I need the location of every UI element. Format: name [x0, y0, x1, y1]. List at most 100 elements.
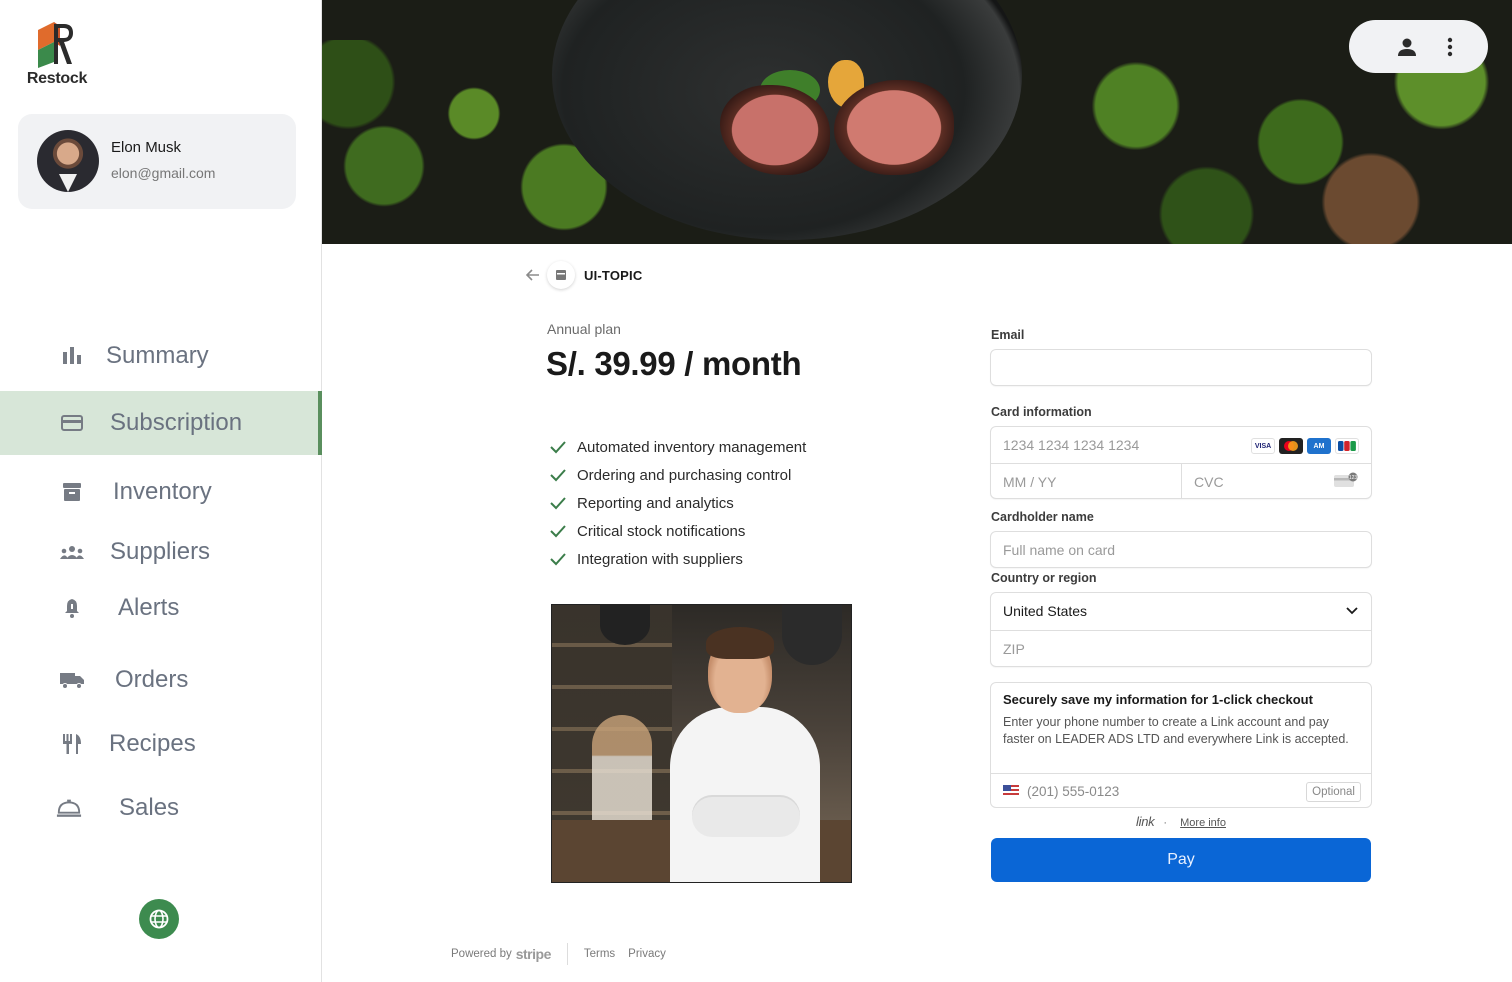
more-vertical-icon — [1447, 37, 1453, 57]
stripe-footer: Powered by stripe Terms Privacy — [451, 943, 679, 965]
email-box — [990, 349, 1372, 386]
expiry-input[interactable] — [991, 464, 1181, 499]
sidebar-item-subscription[interactable]: Subscription — [0, 391, 322, 455]
amex-icon: AM — [1307, 438, 1331, 454]
account-button[interactable] — [1393, 33, 1421, 61]
address-box: United States — [990, 592, 1372, 667]
feature-text: Automated inventory management — [577, 438, 807, 456]
user-name: Elon Musk — [111, 139, 182, 156]
check-icon — [550, 469, 566, 482]
sidebar-item-label: Sales — [119, 794, 180, 821]
bell-icon — [59, 595, 85, 621]
card-info-label: Card information — [991, 405, 1092, 419]
check-icon — [550, 553, 566, 566]
restock-logo-icon — [38, 22, 73, 68]
pay-button[interactable]: Pay — [991, 838, 1371, 882]
list-item: Ordering and purchasing control — [549, 461, 806, 489]
more-info-link[interactable]: More info — [1180, 817, 1226, 829]
jcb-icon — [1335, 438, 1359, 454]
business-icon — [547, 261, 575, 289]
plan-label: Annual plan — [547, 321, 621, 337]
zip-input[interactable] — [991, 631, 1371, 667]
cardholder-name-input[interactable] — [991, 532, 1371, 567]
link-logo: link — [1136, 814, 1155, 829]
sidebar-item-label: Inventory — [113, 478, 212, 505]
email-field[interactable] — [991, 350, 1371, 385]
sidebar: Restock Elon Musk elon@gmail.com Summary… — [0, 0, 322, 982]
country-value: United States — [1003, 603, 1088, 619]
country-label: Country or region — [991, 571, 1097, 585]
archive-icon — [59, 479, 85, 505]
link-footer: link · More info — [1136, 814, 1226, 829]
plan-price: S/. 39.99 / month — [546, 345, 802, 382]
back-button[interactable] — [523, 265, 543, 285]
check-icon — [550, 441, 566, 454]
email-label: Email — [991, 328, 1025, 342]
check-icon — [550, 525, 566, 538]
sidebar-item-recipes[interactable]: Recipes — [0, 713, 322, 775]
cardholder-label: Cardholder name — [991, 510, 1094, 524]
credit-card-icon — [59, 410, 85, 436]
phone-input[interactable] — [1027, 774, 1287, 808]
bar-chart-icon — [59, 343, 85, 369]
powered-by-text: Powered by — [451, 948, 512, 960]
language-button[interactable] — [139, 899, 179, 939]
card-box: VISA AM 123 — [990, 426, 1372, 499]
arrow-left-icon — [526, 269, 539, 281]
product-image — [551, 604, 852, 883]
sidebar-item-summary[interactable]: Summary — [0, 325, 322, 387]
feature-text: Critical stock notifications — [577, 522, 746, 540]
hero-banner-image — [322, 0, 1512, 244]
terms-link[interactable]: Terms — [584, 948, 615, 960]
header-actions — [1349, 20, 1488, 73]
visa-icon: VISA — [1251, 438, 1275, 454]
stripe-logo[interactable]: stripe — [516, 946, 552, 962]
sidebar-item-label: Subscription — [110, 409, 243, 436]
feature-text: Integration with suppliers — [577, 550, 743, 568]
app-logo[interactable]: Restock — [22, 20, 92, 88]
groups-icon — [59, 539, 85, 565]
mastercard-icon — [1279, 438, 1303, 454]
list-item: Automated inventory management — [549, 433, 806, 461]
app-root: Restock Elon Musk elon@gmail.com Summary… — [0, 0, 1512, 982]
sidebar-item-sales[interactable]: Sales — [0, 777, 322, 839]
person-icon — [1398, 38, 1416, 56]
sidebar-item-label: Summary — [106, 342, 209, 369]
cardholder-box — [990, 531, 1372, 568]
list-item: Critical stock notifications — [549, 517, 806, 545]
sidebar-item-label: Recipes — [109, 730, 196, 757]
phone-row: Optional — [991, 773, 1371, 808]
privacy-link[interactable]: Privacy — [628, 948, 666, 960]
service-bell-icon — [56, 795, 82, 821]
chevron-down-icon — [1346, 607, 1358, 615]
list-item: Reporting and analytics — [549, 489, 806, 517]
link-title: Securely save my information for 1-click… — [1003, 692, 1313, 707]
user-profile-card[interactable]: Elon Musk elon@gmail.com — [18, 114, 296, 209]
user-email: elon@gmail.com — [111, 165, 216, 181]
feature-text: Reporting and analytics — [577, 494, 734, 512]
truck-icon — [59, 667, 85, 693]
us-flag-icon — [1003, 785, 1019, 797]
sidebar-item-orders[interactable]: Orders — [0, 649, 322, 711]
check-icon — [550, 497, 566, 510]
globe-icon — [149, 909, 169, 929]
link-description: Enter your phone number to create a Link… — [1003, 715, 1349, 746]
app-name: Restock — [26, 70, 88, 87]
more-options-button[interactable] — [1436, 33, 1464, 61]
sidebar-item-suppliers[interactable]: Suppliers — [0, 521, 322, 583]
checkout-header: UI-TOPIC — [523, 261, 643, 289]
link-save-box: Securely save my information for 1-click… — [990, 682, 1372, 808]
sidebar-item-label: Suppliers — [110, 538, 211, 565]
utensils-icon — [59, 731, 85, 757]
avatar — [37, 130, 99, 192]
sidebar-item-label: Alerts — [118, 594, 180, 621]
feature-list: Automated inventory management Ordering … — [549, 433, 806, 573]
country-select[interactable]: United States — [991, 593, 1371, 630]
sidebar-item-label: Orders — [115, 666, 189, 693]
card-brand-icons: VISA AM — [1251, 438, 1359, 454]
cvc-card-icon: 123 — [1334, 472, 1358, 487]
list-item: Integration with suppliers — [549, 545, 806, 573]
sidebar-item-inventory[interactable]: Inventory — [0, 461, 322, 523]
business-name: UI-TOPIC — [584, 267, 643, 283]
sidebar-item-alerts[interactable]: Alerts — [0, 577, 322, 639]
